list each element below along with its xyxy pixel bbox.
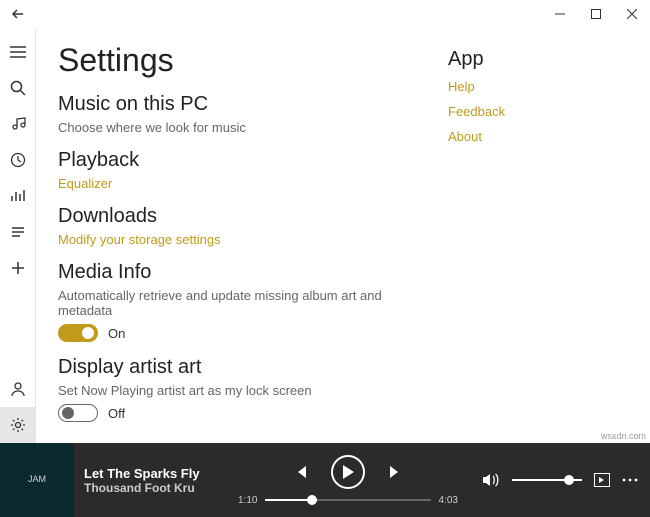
media-info-toggle[interactable] xyxy=(58,324,98,342)
section-downloads-title: Downloads xyxy=(58,205,428,228)
media-info-toggle-row: On xyxy=(58,324,428,342)
search-button[interactable] xyxy=(0,70,36,106)
about-link[interactable]: About xyxy=(448,129,628,144)
media-info-toggle-label: On xyxy=(108,326,125,341)
sidebar-item-recent[interactable] xyxy=(0,142,36,178)
section-media-info-sub: Automatically retrieve and update missin… xyxy=(58,288,428,318)
player-bar: JAM Let The Sparks Fly Thousand Foot Kru… xyxy=(0,443,650,517)
track-artist: Thousand Foot Kru xyxy=(84,481,214,495)
search-icon xyxy=(10,80,26,96)
artist-art-toggle[interactable] xyxy=(58,404,98,422)
section-playback-title: Playback xyxy=(58,149,428,172)
close-button[interactable] xyxy=(614,0,650,28)
volume-slider[interactable] xyxy=(512,479,582,481)
fullscreen-icon xyxy=(594,473,610,487)
storage-settings-link[interactable]: Modify your storage settings xyxy=(58,232,428,247)
sidebar-item-now-playing[interactable] xyxy=(0,178,36,214)
titlebar xyxy=(0,0,650,28)
section-artist-art-sub: Set Now Playing artist art as my lock sc… xyxy=(58,383,428,398)
hamburger-menu[interactable] xyxy=(0,34,36,70)
music-note-icon xyxy=(10,116,26,132)
previous-icon xyxy=(293,464,309,480)
person-icon xyxy=(10,381,26,397)
volume-button[interactable] xyxy=(482,472,500,488)
progress-row: 1:10 4:03 xyxy=(238,495,458,506)
sidebar-item-add[interactable] xyxy=(0,250,36,286)
play-icon xyxy=(342,465,354,479)
sidebar-item-playlists[interactable] xyxy=(0,214,36,250)
sidebar-item-account[interactable] xyxy=(0,371,36,407)
artist-art-toggle-label: Off xyxy=(108,406,125,421)
back-button[interactable] xyxy=(0,0,36,28)
album-art[interactable]: JAM xyxy=(0,443,74,517)
time-total: 4:03 xyxy=(439,495,458,506)
toggle-knob xyxy=(62,407,74,419)
more-icon xyxy=(622,478,638,482)
plus-icon xyxy=(10,260,26,276)
fullscreen-button[interactable] xyxy=(594,473,610,487)
transport-buttons xyxy=(293,455,403,489)
watermark: wsxdn.com xyxy=(601,431,646,441)
feedback-link[interactable]: Feedback xyxy=(448,104,628,119)
volume-knob xyxy=(564,475,574,485)
page-title: Settings xyxy=(58,42,428,79)
minimize-button[interactable] xyxy=(542,0,578,28)
clock-icon xyxy=(10,152,26,168)
section-music-pc-title: Music on this PC xyxy=(58,93,428,116)
hamburger-icon xyxy=(10,46,26,58)
section-music-pc-sub: Choose where we look for music xyxy=(58,120,428,135)
progress-bar[interactable] xyxy=(265,499,430,501)
close-icon xyxy=(627,9,637,19)
section-media-info-title: Media Info xyxy=(58,261,428,284)
time-current: 1:10 xyxy=(238,495,257,506)
back-arrow-icon xyxy=(11,7,25,21)
track-info: Let The Sparks Fly Thousand Foot Kru xyxy=(74,466,214,495)
track-title: Let The Sparks Fly xyxy=(84,466,214,481)
sidebar-bottom xyxy=(0,371,36,443)
bars-icon xyxy=(10,188,26,204)
next-button[interactable] xyxy=(387,464,403,480)
right-controls xyxy=(482,472,650,488)
next-icon xyxy=(387,464,403,480)
more-button[interactable] xyxy=(622,478,638,482)
maximize-button[interactable] xyxy=(578,0,614,28)
section-artist-art-title: Display artist art xyxy=(58,356,428,379)
equalizer-link[interactable]: Equalizer xyxy=(58,176,428,191)
artist-art-toggle-row: Off xyxy=(58,404,428,422)
app-title: App xyxy=(448,48,628,71)
maximize-icon xyxy=(591,9,601,19)
sidebar-item-settings[interactable] xyxy=(0,407,36,443)
play-button[interactable] xyxy=(331,455,365,489)
progress-fill xyxy=(265,499,311,501)
minimize-icon xyxy=(555,9,565,19)
help-link[interactable]: Help xyxy=(448,79,628,94)
progress-knob xyxy=(307,495,317,505)
album-art-text: JAM xyxy=(28,475,46,485)
toggle-knob xyxy=(82,327,94,339)
sidebar-item-music[interactable] xyxy=(0,106,36,142)
previous-button[interactable] xyxy=(293,464,309,480)
playlist-icon xyxy=(10,224,26,240)
transport-controls: 1:10 4:03 xyxy=(214,455,482,506)
gear-icon xyxy=(10,417,26,433)
volume-icon xyxy=(482,472,500,488)
